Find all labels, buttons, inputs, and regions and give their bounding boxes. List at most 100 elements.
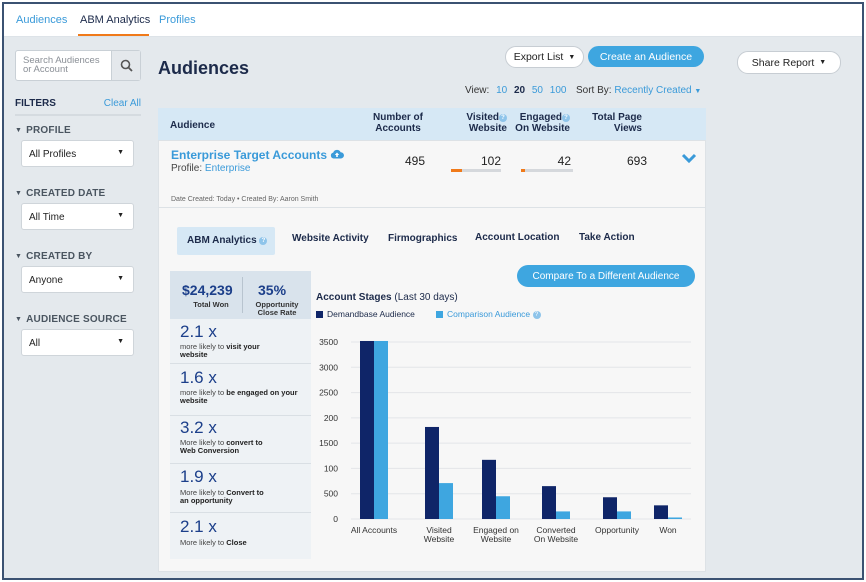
caret-down-icon: ▼ — [568, 53, 576, 61]
visited-count: 102 — [480, 154, 501, 168]
help-icon[interactable]: ? — [499, 114, 507, 122]
y-tick-label: 0 — [333, 514, 338, 524]
filter-created-by-label[interactable]: ▼ CREATED BY — [15, 251, 92, 262]
caret-down-icon: ▼ — [15, 253, 23, 260]
close-rate-label: Opportunity Close Rate — [255, 300, 299, 317]
multiplier-conversion: 3.2 x — [180, 418, 217, 437]
y-tick-label: 500 — [324, 489, 338, 499]
col-accounts[interactable]: Number of Accounts — [372, 112, 424, 134]
active-tab-indicator — [78, 34, 149, 36]
bar-demandbase — [425, 426, 439, 519]
multiplier-opportunity: 1.9 x — [180, 467, 217, 486]
filter-created-date-label[interactable]: ▼ CREATED DATE — [15, 188, 105, 199]
dropdown-arrow-icon: ▼ — [117, 212, 124, 219]
legend-swatch — [316, 311, 323, 318]
y-tick-label: 3500 — [319, 337, 338, 347]
x-tick-label: All Accounts — [351, 525, 397, 535]
help-icon[interactable]: ? — [562, 114, 570, 122]
legend-item-comparison[interactable]: Comparison Audience ? — [436, 309, 541, 319]
subtab-abm-analytics[interactable]: ABM Analytics ? — [177, 227, 276, 255]
created-date-select[interactable]: All Time ▼ — [21, 203, 134, 230]
bar-demandbase — [542, 486, 556, 519]
audience-meta: Date Created: Today • Created By: Aaron … — [171, 196, 319, 203]
subtab-take-action[interactable]: Take Action — [579, 232, 635, 243]
page-title: Audiences — [158, 58, 250, 78]
multiplier-visit: 2.1 x — [180, 322, 217, 341]
accounts-count: 495 — [404, 154, 425, 168]
help-icon[interactable]: ? — [259, 237, 268, 245]
col-page-views[interactable]: Total Page Views — [588, 112, 642, 134]
caret-down-icon: ▼ — [15, 316, 23, 323]
bar-demandbase — [482, 459, 496, 519]
engaged-count: 42 — [557, 154, 571, 168]
x-tick-label: On Website — [534, 534, 579, 544]
tab-profiles[interactable]: Profiles — [159, 14, 196, 26]
view-option-20[interactable]: 20 — [514, 85, 525, 96]
share-report-button[interactable]: Share Report ▼ — [737, 51, 841, 74]
legend-swatch — [436, 311, 443, 318]
clear-all-link[interactable]: Clear All — [104, 98, 141, 109]
dropdown-arrow-icon: ▼ — [117, 275, 124, 282]
create-audience-button[interactable]: Create an Audience — [588, 46, 704, 67]
stats-panel: $24,239 Total Won 35% Opportunity Close R… — [170, 271, 311, 559]
subtab-website-activity[interactable]: Website Activity — [292, 233, 369, 244]
page-views-count: 693 — [626, 154, 647, 168]
subtab-account-location[interactable]: Account Location — [475, 232, 559, 243]
profile-link[interactable]: Enterprise — [205, 163, 251, 174]
tab-audiences[interactable]: Audiences — [16, 14, 67, 26]
view-option-100[interactable]: 100 — [550, 85, 567, 96]
col-engaged[interactable]: Engaged? On Website — [510, 112, 570, 134]
kpi-divider — [242, 277, 243, 313]
multiplier-visit-desc: more likely to visit your website — [180, 342, 260, 359]
view-option-10[interactable]: 10 — [496, 85, 507, 96]
profile-select[interactable]: All Profiles ▼ — [21, 140, 134, 167]
bar-comparison — [496, 496, 510, 519]
bar-comparison — [556, 511, 570, 519]
legend-item-demandbase[interactable]: Demandbase Audience — [316, 309, 415, 319]
divider — [170, 415, 311, 416]
export-list-button[interactable]: Export List ▼ — [505, 46, 584, 68]
caret-down-icon: ▼ — [15, 190, 23, 197]
engaged-progress-fill — [521, 169, 526, 172]
view-option-50[interactable]: 50 — [532, 85, 543, 96]
filters-header: FILTERS Clear All — [15, 98, 141, 116]
kpi-summary: $24,239 Total Won 35% Opportunity Close R… — [170, 271, 311, 319]
search-icon — [120, 59, 133, 72]
chevron-down-icon[interactable] — [681, 153, 697, 163]
divider — [170, 363, 311, 364]
audience-source-select[interactable]: All ▼ — [21, 329, 134, 356]
chart-title: Account Stages (Last 30 days) — [316, 292, 458, 303]
search-input[interactable]: Search Audiences or Account — [15, 50, 141, 81]
filter-profile-label[interactable]: ▼ PROFILE — [15, 125, 71, 136]
top-nav: Audiences ABM Analytics Profiles — [4, 4, 862, 37]
created-by-select[interactable]: Anyone ▼ — [21, 266, 134, 293]
view-selector: View: 10 20 50 100 — [465, 85, 567, 96]
search-button[interactable] — [111, 51, 140, 80]
sort-dropdown[interactable]: Recently Created ▼ — [614, 85, 701, 96]
caret-down-icon: ▼ — [15, 127, 23, 134]
subtab-firmographics[interactable]: Firmographics — [388, 233, 457, 244]
x-tick-label: Website — [481, 534, 512, 544]
visited-progress-fill — [451, 169, 462, 172]
total-won-value: $24,239 — [182, 282, 233, 298]
divider — [170, 463, 311, 464]
col-audience[interactable]: Audience — [170, 120, 215, 131]
multiplier-conversion-desc: More likely to convert to Web Conversion — [180, 438, 263, 455]
tab-abm-analytics[interactable]: ABM Analytics — [80, 14, 150, 26]
y-tick-label: 1500 — [319, 438, 338, 448]
help-icon[interactable]: ? — [532, 311, 541, 319]
divider — [170, 512, 311, 513]
bar-demandbase — [360, 340, 374, 519]
caret-down-icon: ▼ — [694, 88, 702, 95]
filter-audience-source-label[interactable]: ▼ AUDIENCE SOURCE — [15, 314, 127, 325]
audience-card: Enterprise Target Accounts Profile: Ente… — [158, 140, 706, 572]
table-row[interactable]: Enterprise Target Accounts Profile: Ente… — [159, 141, 705, 208]
compare-audience-button[interactable]: Compare To a Different Audience — [517, 265, 695, 287]
table-header: Audience Number of Accounts Visited? Websi… — [158, 108, 706, 140]
audience-profile: Profile: Enterprise — [171, 163, 251, 174]
bar-comparison — [617, 511, 631, 519]
multiplier-opportunity-desc: More likely to Convert to an opportunity — [180, 488, 264, 505]
col-visited[interactable]: Visited? Website — [455, 112, 507, 134]
cloud-upload-icon — [331, 149, 345, 159]
audience-name-link[interactable]: Enterprise Target Accounts — [171, 148, 345, 162]
